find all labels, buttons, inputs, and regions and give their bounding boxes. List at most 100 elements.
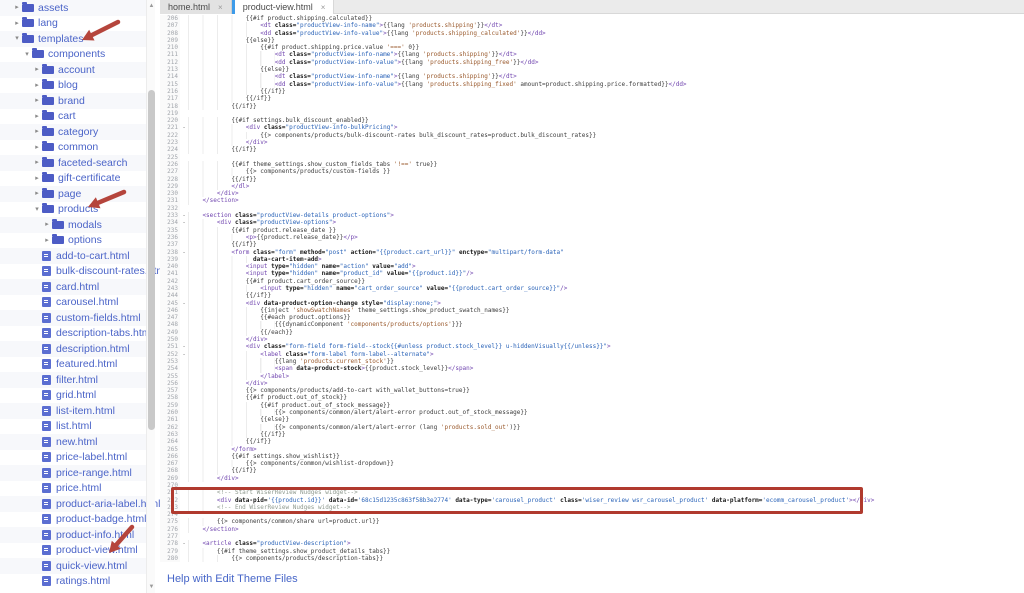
tree-file-featured.html[interactable]: featured.html <box>0 357 146 373</box>
scrollbar-thumb[interactable] <box>148 90 155 430</box>
line-number: 279 <box>160 548 180 555</box>
tree-folder-page[interactable]: ▸page <box>0 186 146 202</box>
tree-item-label: price.html <box>56 482 102 494</box>
fold-marker-icon[interactable]: - <box>180 124 188 131</box>
tree-folder-account[interactable]: ▸account <box>0 62 146 78</box>
tree-folder-cart[interactable]: ▸ cart <box>0 109 146 125</box>
tree-file-list.html[interactable]: list.html <box>0 419 146 435</box>
caret-right-icon[interactable]: ▸ <box>32 186 42 201</box>
code-line: 213{{else}} <box>160 66 1024 73</box>
scroll-down-icon[interactable]: ▼ <box>147 581 156 593</box>
file-icon <box>42 421 51 431</box>
code-editor[interactable]: 206{{#if product.shipping.calculated}}20… <box>160 15 1024 562</box>
close-icon[interactable]: × <box>218 3 223 12</box>
tab-home.html[interactable]: home.html× <box>160 0 232 14</box>
line-number: 243 <box>160 285 180 292</box>
close-icon[interactable]: × <box>321 3 326 12</box>
tree-folder-templates[interactable]: ▾templates <box>0 31 146 47</box>
tree-file-description-tabs.html[interactable]: description-tabs.html <box>0 326 146 342</box>
fold-marker-icon[interactable]: - <box>180 219 188 226</box>
line-number: 257 <box>160 387 180 394</box>
tree-file-add-to-cart.html[interactable]: add-to-cart.html <box>0 248 146 264</box>
tree-file-custom-fields.html[interactable]: custom-fields.html <box>0 310 146 326</box>
caret-right-icon[interactable]: ▸ <box>32 109 42 124</box>
tree-folder-options[interactable]: ▸options <box>0 233 146 249</box>
tree-folder-lang[interactable]: ▸lang <box>0 16 146 32</box>
tree-file-carousel.html[interactable]: carousel.html <box>0 295 146 311</box>
code-line: 229</dl> <box>160 183 1024 190</box>
caret-down-icon[interactable]: ▾ <box>22 47 32 62</box>
folder-icon <box>42 97 54 105</box>
tree-file-quick-view.html[interactable]: quick-view.html <box>0 558 146 574</box>
tree-file-list-item.html[interactable]: list-item.html <box>0 403 146 419</box>
scroll-up-icon[interactable]: ▲ <box>147 0 156 12</box>
tree-folder-common[interactable]: ▸common <box>0 140 146 156</box>
tree-folder-blog[interactable]: ▸blog <box>0 78 146 94</box>
fold-marker-icon[interactable]: - <box>180 249 188 256</box>
tree-folder-category[interactable]: ▸category <box>0 124 146 140</box>
file-icon <box>42 297 51 307</box>
tree-item-label: description-tabs.html <box>56 327 153 339</box>
fold-marker-icon[interactable]: - <box>180 540 188 547</box>
tree-file-price-range.html[interactable]: price-range.html <box>0 465 146 481</box>
code-line: 271<!-- Start WiserReview Nudges widget-… <box>160 489 1024 496</box>
file-icon <box>42 266 51 276</box>
file-icon <box>42 437 51 447</box>
fold-marker-icon[interactable]: - <box>180 343 188 350</box>
tab-product-view.html[interactable]: product-view.html× <box>232 0 335 14</box>
tree-folder-gift-certificate[interactable]: ▸gift-certificate <box>0 171 146 187</box>
tree-file-product-aria-label.html[interactable]: product-aria-label.html <box>0 496 146 512</box>
tree-file-bulk-discount-rates.html[interactable]: bulk-discount-rates.html <box>0 264 146 280</box>
caret-right-icon[interactable]: ▸ <box>32 140 42 155</box>
tree-folder-assets[interactable]: ▸assets <box>0 0 146 16</box>
tree-file-description.html[interactable]: description.html <box>0 341 146 357</box>
line-number: 230 <box>160 190 180 197</box>
theme-file-editor: ▸assets▸lang▾templates▾components▸accoun… <box>0 0 1024 593</box>
tree-file-product-badge.html[interactable]: product-badge.html <box>0 512 146 528</box>
tree-file-product-info.html[interactable]: product-info.html <box>0 527 146 543</box>
tree-file-product-view.html[interactable]: product-view.html <box>0 543 146 559</box>
tree-folder-brand[interactable]: ▸brand <box>0 93 146 109</box>
file-icon <box>42 406 51 416</box>
sidebar-scrollbar[interactable]: ▲ ▼ <box>146 0 155 593</box>
code-line: 248{{{dynamicComponent 'components/produ… <box>160 321 1024 328</box>
code-line: 264{{/if}} <box>160 438 1024 445</box>
code-line: 214<dt class="productView-info-name">{{l… <box>160 73 1024 80</box>
caret-right-icon[interactable]: ▸ <box>32 78 42 93</box>
caret-right-icon[interactable]: ▸ <box>12 16 22 31</box>
tree-folder-products[interactable]: ▾products <box>0 202 146 218</box>
file-icon <box>42 251 51 261</box>
caret-right-icon[interactable]: ▸ <box>42 217 52 232</box>
caret-right-icon[interactable]: ▸ <box>32 171 42 186</box>
caret-down-icon[interactable]: ▾ <box>32 202 42 217</box>
caret-right-icon[interactable]: ▸ <box>42 233 52 248</box>
fold-marker-icon[interactable]: - <box>180 212 188 219</box>
tree-file-price-label.html[interactable]: price-label.html <box>0 450 146 466</box>
tree-folder-faceted-search[interactable]: ▸faceted-search <box>0 155 146 171</box>
tree-file-filter.html[interactable]: filter.html <box>0 372 146 388</box>
code-line: 236<p>{{product.release_date}}</p> <box>160 234 1024 241</box>
tree-folder-modals[interactable]: ▸modals <box>0 217 146 233</box>
tree-file-ratings.html[interactable]: ratings.html <box>0 574 146 590</box>
code-line: 231</section> <box>160 197 1024 204</box>
tree-folder-components[interactable]: ▾components <box>0 47 146 63</box>
folder-icon <box>32 50 44 58</box>
fold-marker-icon[interactable]: - <box>180 351 188 358</box>
caret-right-icon[interactable]: ▸ <box>32 93 42 108</box>
caret-right-icon[interactable]: ▸ <box>32 62 42 77</box>
caret-down-icon[interactable]: ▾ <box>12 31 22 46</box>
help-link[interactable]: Help with Edit Theme Files <box>167 573 298 585</box>
tree-item-label: cart <box>58 110 76 122</box>
caret-right-icon[interactable]: ▸ <box>32 124 42 139</box>
code-line: 270 <box>160 482 1024 489</box>
tree-file-new.html[interactable]: new.html <box>0 434 146 450</box>
tree-file-card.html[interactable]: card.html <box>0 279 146 295</box>
caret-right-icon[interactable]: ▸ <box>12 0 22 15</box>
fold-marker-icon[interactable]: - <box>180 300 188 307</box>
tree-file-price.html[interactable]: price.html <box>0 481 146 497</box>
tree-item-label: product-aria-label.html <box>56 498 160 510</box>
tree-item-label: description.html <box>56 343 130 355</box>
tree-file-grid.html[interactable]: grid.html <box>0 388 146 404</box>
caret-right-icon[interactable]: ▸ <box>32 155 42 170</box>
file-icon <box>42 452 51 462</box>
